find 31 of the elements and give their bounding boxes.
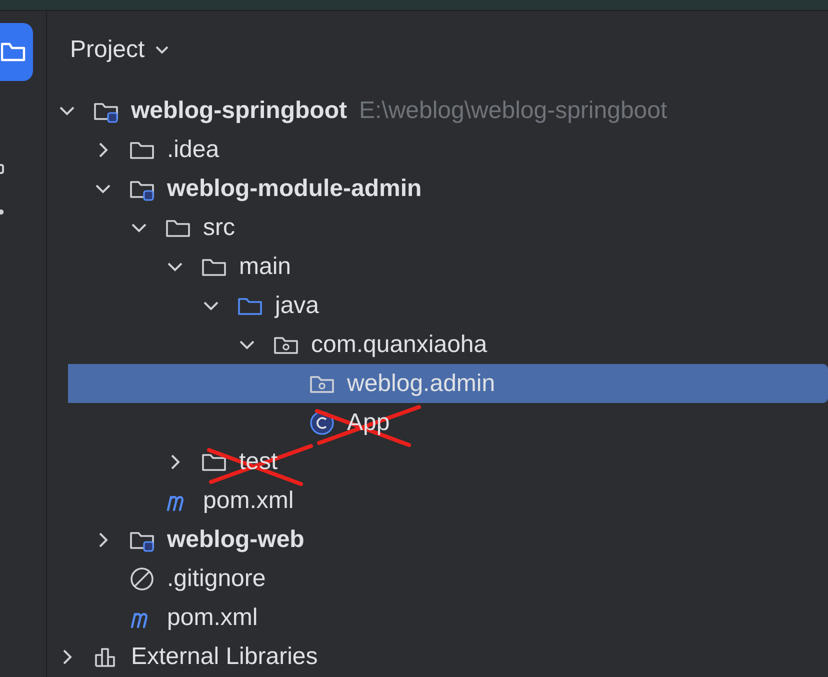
tree-row[interactable]: pom.xml	[59, 481, 828, 520]
file-name: weblog-springboot	[131, 96, 347, 124]
tree-row[interactable]: main	[59, 247, 828, 286]
ignore-icon	[129, 566, 155, 592]
file-name: main	[239, 252, 292, 280]
file-name: com.quanxiaoha	[311, 330, 488, 358]
panel-title[interactable]: Project	[70, 36, 169, 64]
tree-row[interactable]: java	[59, 286, 828, 325]
tree-row[interactable]: com.quanxiaoha	[59, 325, 828, 364]
tree-row[interactable]: src	[59, 208, 828, 247]
file-name: java	[275, 292, 320, 320]
chevron-down-icon[interactable]	[154, 45, 169, 55]
tree-row[interactable]: External Libraries	[59, 637, 828, 676]
tree-row[interactable]: .idea	[59, 130, 828, 169]
tree-row[interactable]: .gitignore	[59, 559, 828, 598]
file-name: weblog-web	[167, 526, 304, 554]
folder-icon	[1, 40, 27, 64]
path-hint: E:\weblog\weblog-springboot	[358, 96, 668, 124]
file-name: weblog-module-admin	[167, 174, 422, 202]
file-name: pom.xml	[203, 486, 294, 514]
tree-row[interactable]: weblog-springboot E:\weblog\weblog-springboot	[59, 91, 828, 130]
file-name: pom.xml	[167, 604, 258, 632]
file-name: weblog.admin	[347, 370, 496, 398]
tree-row[interactable]: weblog-module-admin	[59, 169, 828, 208]
file-name: src	[203, 214, 235, 242]
tree-row[interactable]: weblog-web	[59, 520, 828, 559]
class-icon	[309, 410, 335, 436]
file-name: External Libraries	[131, 642, 318, 670]
file-name: .gitignore	[167, 564, 266, 592]
tree-row[interactable]: pom.xml	[59, 598, 828, 637]
file-name: .idea	[167, 136, 220, 164]
